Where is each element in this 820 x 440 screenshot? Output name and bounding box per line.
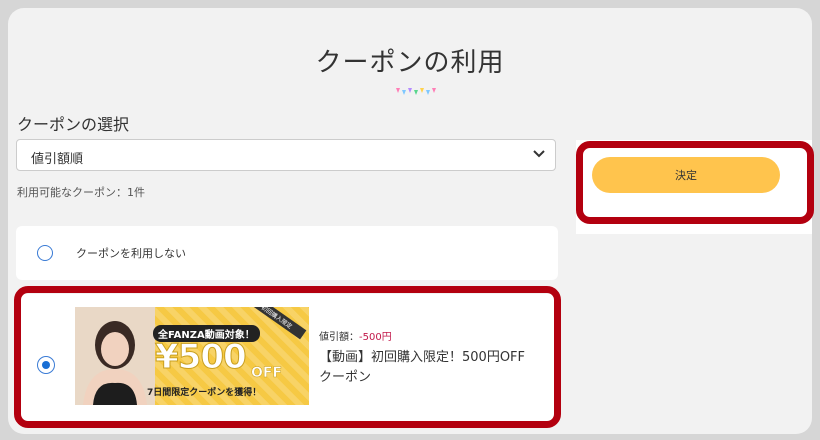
sort-select[interactable]: 値引額順 bbox=[16, 139, 556, 171]
screen: クーポンの利用 クーポンの選択 値引額順 利用可能なクーポン：1件 クーポンを利… bbox=[0, 0, 820, 440]
no-coupon-label: クーポンを利用しない bbox=[76, 247, 186, 260]
banner-subtitle: 7日間限定クーポンを獲得！ bbox=[147, 388, 262, 398]
coupon-name: 【動画】初回購入限定！500円OFFクーポン bbox=[319, 350, 526, 385]
banner-off: OFF bbox=[251, 365, 283, 382]
coupon-option[interactable]: 初回購入限定 全FANZA動画対象！ ¥500 OFF 7日間限定クーポンを獲得… bbox=[16, 294, 558, 426]
chevron-down-icon bbox=[533, 150, 545, 158]
sort-select-value: 値引額順 bbox=[31, 152, 84, 167]
no-coupon-option[interactable]: クーポンを利用しない bbox=[16, 226, 558, 280]
decoration-garland-icon bbox=[396, 88, 436, 95]
page-title: クーポンの利用 bbox=[315, 48, 505, 78]
discount-label: 値引額： bbox=[319, 332, 359, 343]
banner-amount: ¥500 bbox=[155, 337, 248, 378]
radio-coupon-selected[interactable] bbox=[37, 356, 55, 374]
discount-amount: -500円 bbox=[359, 332, 392, 343]
coupon-banner-image: 初回購入限定 全FANZA動画対象！ ¥500 OFF 7日間限定クーポンを獲得… bbox=[75, 307, 309, 405]
coupon-panel: クーポンの利用 クーポンの選択 値引額順 利用可能なクーポン：1件 クーポンを利… bbox=[8, 8, 812, 434]
discount-line: 値引額：-500円 bbox=[319, 328, 392, 343]
available-coupon-count: 利用可能なクーポン：1件 bbox=[17, 186, 145, 199]
model-photo-icon bbox=[75, 307, 155, 405]
radio-no-coupon[interactable] bbox=[37, 245, 53, 261]
section-title: クーポンの選択 bbox=[17, 115, 130, 134]
confirm-button[interactable]: 決定 bbox=[592, 157, 780, 193]
